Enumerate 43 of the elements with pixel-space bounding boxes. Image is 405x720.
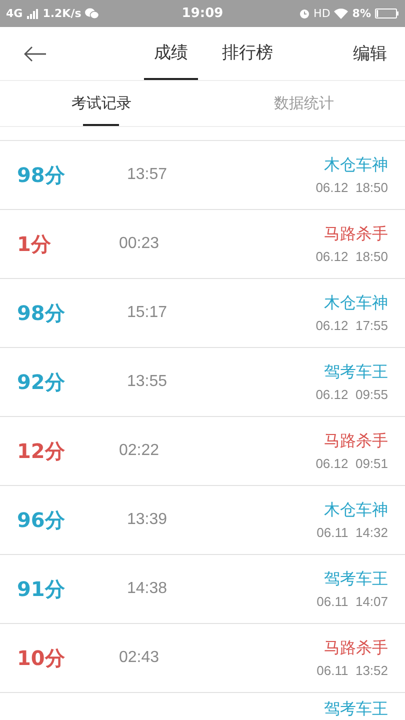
score: 98分	[17, 162, 66, 188]
duration: 13:57	[127, 166, 168, 184]
rank-title: 马路杀手	[324, 224, 388, 245]
rank-title: 驾考车王	[324, 362, 388, 383]
clock: 19:09	[182, 6, 224, 21]
date-time: 06.12 09:55	[316, 387, 388, 402]
rank-title: 木仓车神	[324, 155, 388, 176]
rank-title: 驾考车王	[324, 699, 388, 720]
battery-icon	[374, 8, 399, 19]
back-arrow-icon	[23, 46, 47, 62]
alarm-clock-icon	[298, 8, 310, 19]
duration: 14:38	[127, 580, 168, 598]
rank-title: 马路杀手	[324, 638, 388, 659]
date-time: 06.12 17:55	[316, 318, 388, 333]
hd-indicator: HD	[314, 7, 330, 20]
edit-button[interactable]: 编辑	[335, 27, 405, 80]
network-speed: 1.2K/s	[42, 7, 82, 20]
score: 91分	[17, 576, 66, 602]
rank-title: 木仓车神	[324, 500, 388, 521]
score: 96分	[17, 506, 66, 534]
duration: 13:55	[127, 373, 168, 391]
duration: 02:43	[119, 649, 160, 667]
wifi-icon	[334, 8, 348, 19]
duration: 15:17	[127, 304, 168, 322]
signal-icon	[26, 8, 39, 18]
score: 98分	[17, 300, 66, 326]
battery-percent: 8%	[352, 7, 371, 20]
rank-title: 马路杀手	[324, 431, 388, 452]
duration: 00:23	[119, 235, 160, 253]
date-time: 06.12 18:50	[316, 249, 388, 264]
rank-title: 木仓车神	[324, 293, 388, 314]
date-time: 06.11 13:52	[316, 663, 388, 678]
date-time: 06.12 18:50	[316, 180, 388, 195]
network-type: 4G	[6, 7, 23, 20]
duration: 02:22	[119, 442, 160, 460]
score: 92分	[17, 368, 66, 396]
chat-bubbles-icon	[85, 8, 100, 19]
rank-title: 驾考车王	[324, 569, 388, 590]
tab[interactable]: 排行榜	[212, 27, 283, 80]
date-time: 06.11 14:32	[316, 525, 388, 540]
date-time: 06.12 09:51	[316, 456, 388, 471]
date-time: 06.11 14:07	[316, 594, 388, 609]
duration: 13:39	[127, 511, 168, 529]
